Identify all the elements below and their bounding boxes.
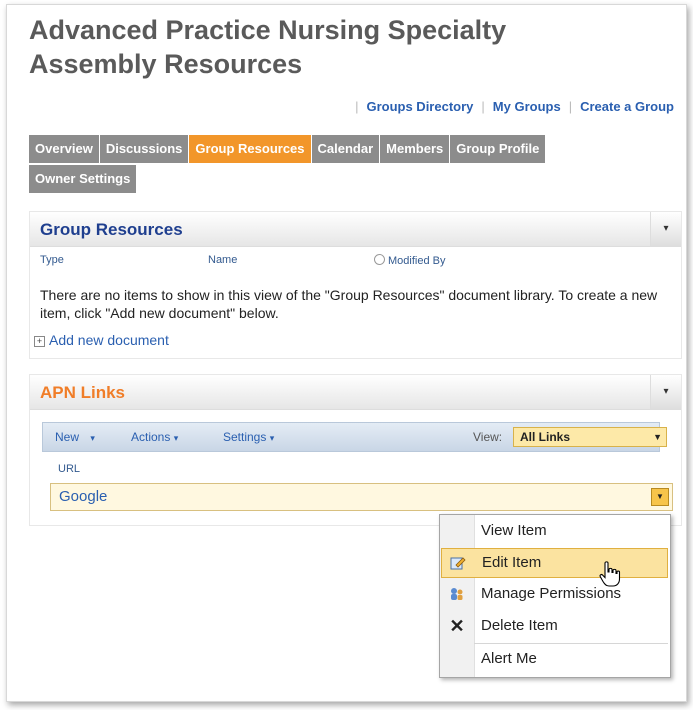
tab-group-resources[interactable]: Group Resources xyxy=(189,135,311,163)
menu-item-manage-permissions[interactable]: Manage Permissions xyxy=(441,580,668,608)
webpart-menu-button[interactable]: ▾ xyxy=(650,375,681,409)
chevron-down-icon: ▾ xyxy=(173,433,179,443)
item-dropdown-button[interactable]: ▼ xyxy=(651,488,669,506)
link-separator: | xyxy=(355,99,359,114)
webpart-header: APN Links ▾ xyxy=(30,375,681,410)
group-tabs: Overview Discussions Group Resources Calend… xyxy=(29,135,649,195)
empty-library-message: There are no items to show in this view … xyxy=(40,287,658,321)
view-label: View: xyxy=(473,430,503,444)
page-title: Advanced Practice Nursing Specialty Asse… xyxy=(29,15,507,79)
top-links: | Groups Directory | My Groups | Create a Gro… xyxy=(347,99,674,114)
group-resources-title: Group Resources xyxy=(40,220,183,239)
google-link[interactable]: Google xyxy=(59,488,107,505)
menu-separator xyxy=(474,643,668,644)
item-context-menu: View Item Edit Item Manage Permissions ✕… xyxy=(439,514,671,678)
menu-item-label: Edit Item xyxy=(482,554,542,571)
webpart-menu-button[interactable]: ▾ xyxy=(650,212,681,246)
tab-owner-settings[interactable]: Owner Settings xyxy=(29,165,137,193)
add-new-document-label: Add new document xyxy=(49,332,169,348)
menu-item-label: Delete Item xyxy=(481,617,558,634)
actions-menu[interactable]: Actions ▾ xyxy=(131,430,178,444)
menu-item-label: Alert Me xyxy=(481,650,537,667)
menu-item-view-item[interactable]: View Item xyxy=(441,517,668,545)
hand-cursor-icon xyxy=(599,561,621,592)
actions-menu-label: Actions xyxy=(131,430,171,444)
new-menu-label: New xyxy=(55,430,80,444)
expand-plus-icon: + xyxy=(34,336,45,347)
groups-directory-link[interactable]: Groups Directory xyxy=(366,99,473,114)
page-frame: Advanced Practice Nursing Specialty Asse… xyxy=(6,4,687,702)
create-group-link[interactable]: Create a Group xyxy=(580,99,674,114)
tab-calendar[interactable]: Calendar xyxy=(311,135,380,163)
settings-menu-label: Settings xyxy=(223,430,267,444)
edit-icon xyxy=(450,555,466,571)
tab-overview[interactable]: Overview xyxy=(29,135,99,163)
tab-discussions[interactable]: Discussions xyxy=(99,135,189,163)
chevron-down-icon: ▾ xyxy=(269,433,275,443)
apn-links-title: APN Links xyxy=(40,383,126,402)
new-menu[interactable]: New ▾ xyxy=(55,430,95,444)
group-resources-webpart: Group Resources ▾ Type Name Modified By … xyxy=(29,211,682,359)
list-toolbar: New ▾ Actions ▾ Settings ▾ View: All Lin… xyxy=(42,422,667,452)
menu-item-alert-me[interactable]: Alert Me xyxy=(441,645,668,673)
tab-members[interactable]: Members xyxy=(380,135,450,163)
link-separator: | xyxy=(568,99,573,114)
view-selector-value: All Links xyxy=(520,430,571,444)
apn-links-webpart: APN Links ▾ New ▾ Actions ▾ Settings ▾ V… xyxy=(29,374,682,526)
chevron-down-icon: ▾ xyxy=(90,433,95,443)
menu-item-label: View Item xyxy=(481,522,547,539)
menu-item-delete-item[interactable]: ✕ Delete Item xyxy=(441,612,668,640)
my-groups-link[interactable]: My Groups xyxy=(493,99,561,114)
view-selector[interactable]: All Links ▼ xyxy=(513,427,667,447)
add-new-document-link[interactable]: + Add new document xyxy=(34,332,169,348)
list-item[interactable]: Google ▼ xyxy=(50,483,673,511)
column-header-type[interactable]: Type xyxy=(40,254,64,266)
tab-group-profile[interactable]: Group Profile xyxy=(450,135,546,163)
chevron-down-icon: ▼ xyxy=(653,432,662,442)
column-header-url[interactable]: URL xyxy=(58,463,80,475)
menu-item-edit-item[interactable]: Edit Item xyxy=(441,548,668,578)
delete-icon: ✕ xyxy=(449,616,465,636)
link-separator: | xyxy=(481,99,485,114)
webpart-header: Group Resources ▾ xyxy=(30,212,681,247)
modified-by-label: Modified By xyxy=(388,255,446,267)
settings-menu[interactable]: Settings ▾ xyxy=(223,430,274,444)
permissions-icon xyxy=(449,586,465,602)
column-header-modified-by[interactable]: Modified By xyxy=(374,254,445,267)
radio-icon xyxy=(374,254,385,265)
column-header-name[interactable]: Name xyxy=(208,254,237,266)
